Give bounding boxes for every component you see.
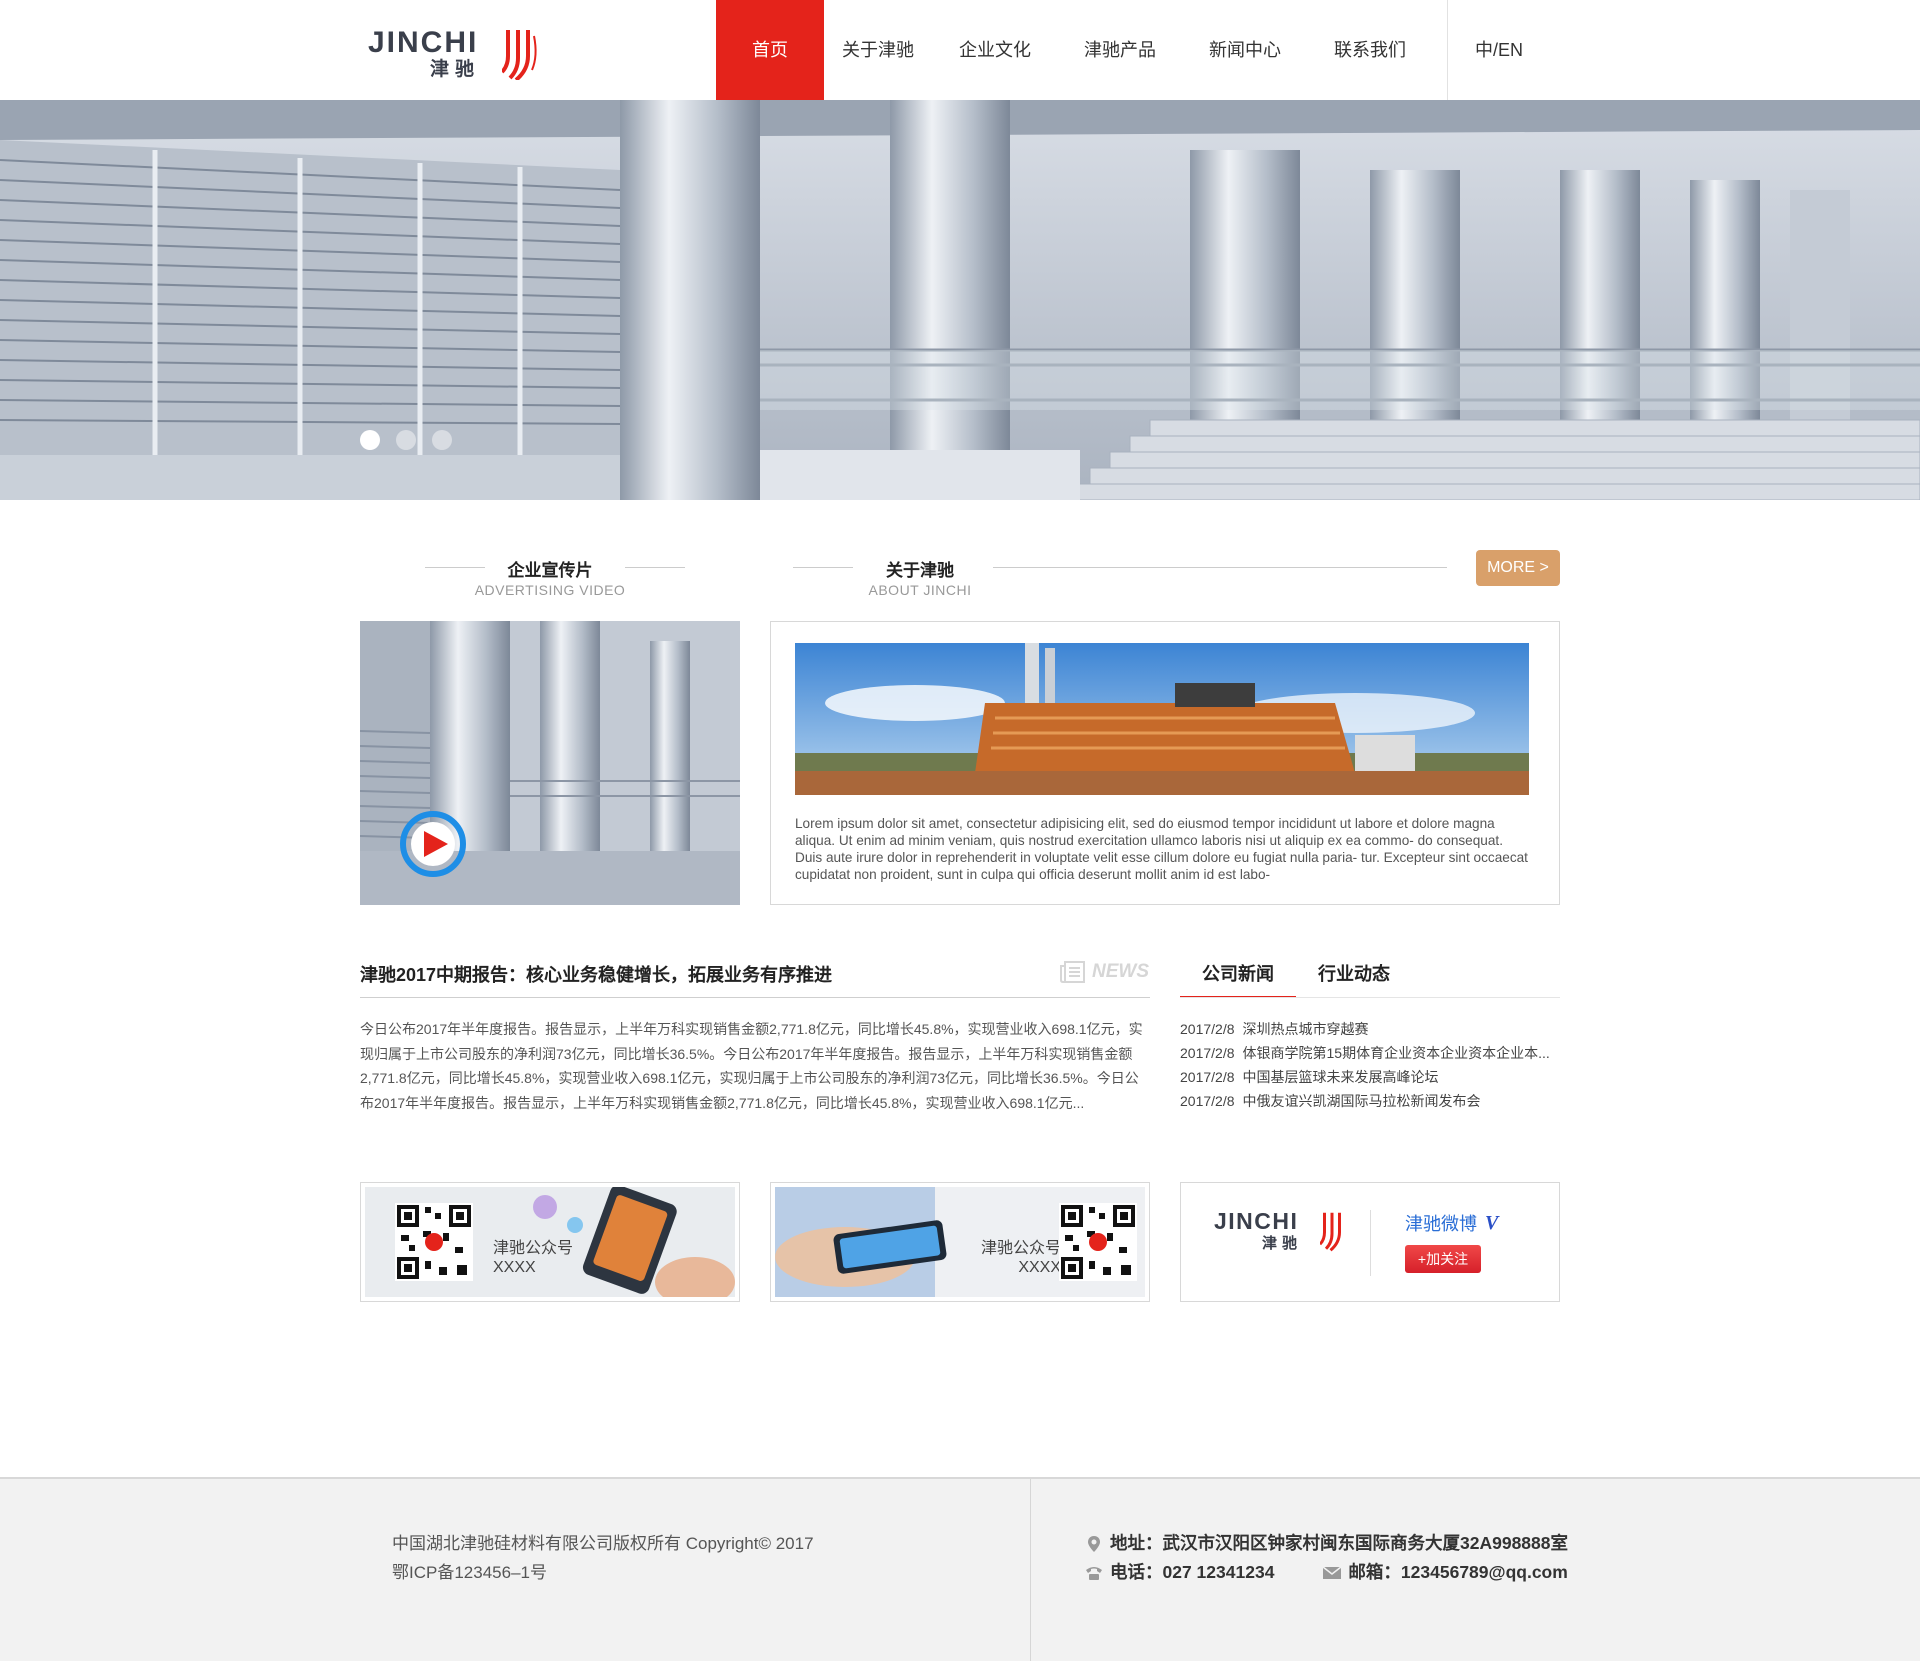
list-item[interactable]: 2017/2/8 中国基层篮球未来发展高峰论坛 [1180,1065,1560,1089]
site-header: JINCHI 津驰 首页 关于津驰 企业文化 津驰产品 新闻中心 联系我们 中/… [0,0,1920,100]
banner-image [0,100,1920,500]
weibo-card-logo: JINCHI 津驰 [1214,1208,1350,1258]
news-headline[interactable]: 津驰2017中期报告：核心业务稳健增长，拓展业务有序推进 [360,961,832,987]
news-label: NEWS [1060,960,1149,984]
logo-chinese: 津驰 [1262,1235,1303,1252]
wechat-id: XXXX [493,1259,536,1276]
banner-dot[interactable] [432,430,452,450]
icp-number[interactable]: 鄂ICP备123456–1号 [392,1558,814,1587]
site-footer: 中国湖北津驰硅材料有限公司版权所有 Copyright© 2017 鄂ICP备1… [0,1477,1920,1661]
video-title-en: ADVERTISING VIDEO [474,582,626,598]
about-panel: Lorem ipsum dolor sit amet, consectetur … [770,621,1560,905]
news-label-text: NEWS [1092,961,1149,982]
about-title-cn: 关于津驰 [886,561,954,580]
list-item[interactable]: 2017/2/8 深圳热点城市穿越赛 [1180,1017,1560,1041]
play-icon[interactable] [400,811,466,877]
tabs-divider [1180,997,1560,998]
factory-image [795,643,1529,795]
wechat-card[interactable]: 津驰公众号 XXXX [360,1182,740,1302]
mail-icon [1322,1565,1342,1579]
phone-email-row: 电话：027 12341234 邮箱：123456789@qq.com [1084,1558,1568,1587]
address-row: 地址：武汉市汉阳区钟家村闽东国际商务大厦32A998888室 [1084,1529,1568,1558]
banner-pagination [360,430,452,450]
news-tabs: 公司新闻 行业动态 [1180,960,1412,998]
wechat-text: 津驰公众号 XXXX [493,1239,573,1277]
wechat-banner-2: 津驰公众号 XXXX [775,1187,1145,1297]
qr-code-icon [395,1203,473,1281]
about-description: Lorem ipsum dolor sit amet, consectetur … [795,816,1528,882]
wechat-name: 津驰公众号 [980,1240,1061,1257]
address-text: 地址：武汉市汉阳区钟家村闽东国际商务大厦32A998888室 [1110,1533,1568,1553]
nav-culture[interactable]: 企业文化 [932,0,1058,100]
wechat-name: 津驰公众号 [493,1240,574,1257]
qr-code-icon [1059,1203,1137,1281]
weibo-divider [1370,1210,1371,1276]
wechat-text-2: 津驰公众号 XXXX [965,1239,1061,1277]
promo-video[interactable] [360,621,740,905]
verified-v-icon: V [1485,1211,1499,1234]
tab-industry-news[interactable]: 行业动态 [1296,960,1412,998]
nav-contact[interactable]: 联系我们 [1308,0,1432,100]
newspaper-icon [1060,961,1085,983]
weibo-link[interactable]: 津驰微博 V [1405,1210,1498,1236]
news-title: 中俄友谊兴凯湖国际马拉松新闻发布会 [1242,1093,1481,1109]
video-title-cn: 企业宣传片 [507,561,593,580]
nav-home[interactable]: 首页 [716,0,824,100]
logo-wordmark: JINCHI [1214,1208,1299,1234]
language-switch[interactable]: 中/EN [1475,0,1523,100]
wechat-id: XXXX [1018,1259,1061,1276]
footer-contact: 地址：武汉市汉阳区钟家村闽东国际商务大厦32A998888室 电话：027 12… [1084,1529,1568,1587]
wechat-banner: 津驰公众号 XXXX [365,1187,735,1297]
title-rule [993,567,1447,568]
follow-button[interactable]: +加关注 [1405,1245,1481,1273]
about-more-button[interactable]: MORE > [1476,550,1560,586]
logo-mark-icon [502,30,537,80]
news-title: 体银商学院第15期体育企业资本企业资本企业本... [1242,1045,1550,1061]
banner-dot[interactable] [396,430,416,450]
title-rule [625,567,685,568]
banner-dot[interactable] [360,430,380,450]
location-pin-icon [1088,1535,1100,1552]
nav-about[interactable]: 关于津驰 [824,0,932,100]
footer-copyright: 中国湖北津驰硅材料有限公司版权所有 Copyright© 2017 鄂ICP备1… [392,1529,814,1587]
logo-chinese: 津驰 [430,59,481,80]
list-item[interactable]: 2017/2/8 中俄友谊兴凯湖国际马拉松新闻发布会 [1180,1089,1560,1113]
nav-products[interactable]: 津驰产品 [1058,0,1182,100]
wechat-card-2[interactable]: 津驰公众号 XXXX [770,1182,1150,1302]
video-section-title: 企业宣传片 ADVERTISING VIDEO [470,556,630,598]
nav-news[interactable]: 新闻中心 [1182,0,1308,100]
list-item[interactable]: 2017/2/8 体银商学院第15期体育企业资本企业资本企业本... [1180,1041,1560,1065]
news-title: 深圳热点城市穿越赛 [1242,1021,1369,1037]
news-divider [360,997,1150,998]
news-date: 2017/2/8 [1180,1093,1235,1109]
nav-divider [1447,0,1448,100]
title-rule [793,567,853,568]
site-logo[interactable]: JINCHI 津驰 [368,24,540,80]
about-title-en: ABOUT JINCHI [868,582,972,598]
news-summary: 今日公布2017年半年度报告。报告显示，上半年万科实现销售金额2,771.8亿元… [360,1021,1143,1111]
copyright-text: 中国湖北津驰硅材料有限公司版权所有 Copyright© 2017 [392,1534,814,1553]
news-date: 2017/2/8 [1180,1045,1235,1061]
footer-divider [1030,1479,1031,1661]
tab-company-news[interactable]: 公司新闻 [1180,960,1296,998]
phone-text: 电话：027 12341234 [1110,1562,1275,1582]
email-text[interactable]: 邮箱：123456789@qq.com [1348,1558,1567,1587]
news-title: 中国基层篮球未来发展高峰论坛 [1242,1069,1439,1085]
about-section-title: 关于津驰 ABOUT JINCHI [850,556,990,598]
weibo-name: 津驰微博 [1405,1214,1477,1234]
hero-banner [0,100,1920,500]
news-list: 2017/2/8 深圳热点城市穿越赛 2017/2/8 体银商学院第15期体育企业资… [1180,1017,1560,1113]
logo-mark-icon [1320,1212,1341,1252]
main-nav: 首页 关于津驰 企业文化 津驰产品 新闻中心 联系我们 [716,0,1432,100]
phone-icon [1086,1566,1102,1580]
news-date: 2017/2/8 [1180,1021,1235,1037]
news-date: 2017/2/8 [1180,1069,1235,1085]
